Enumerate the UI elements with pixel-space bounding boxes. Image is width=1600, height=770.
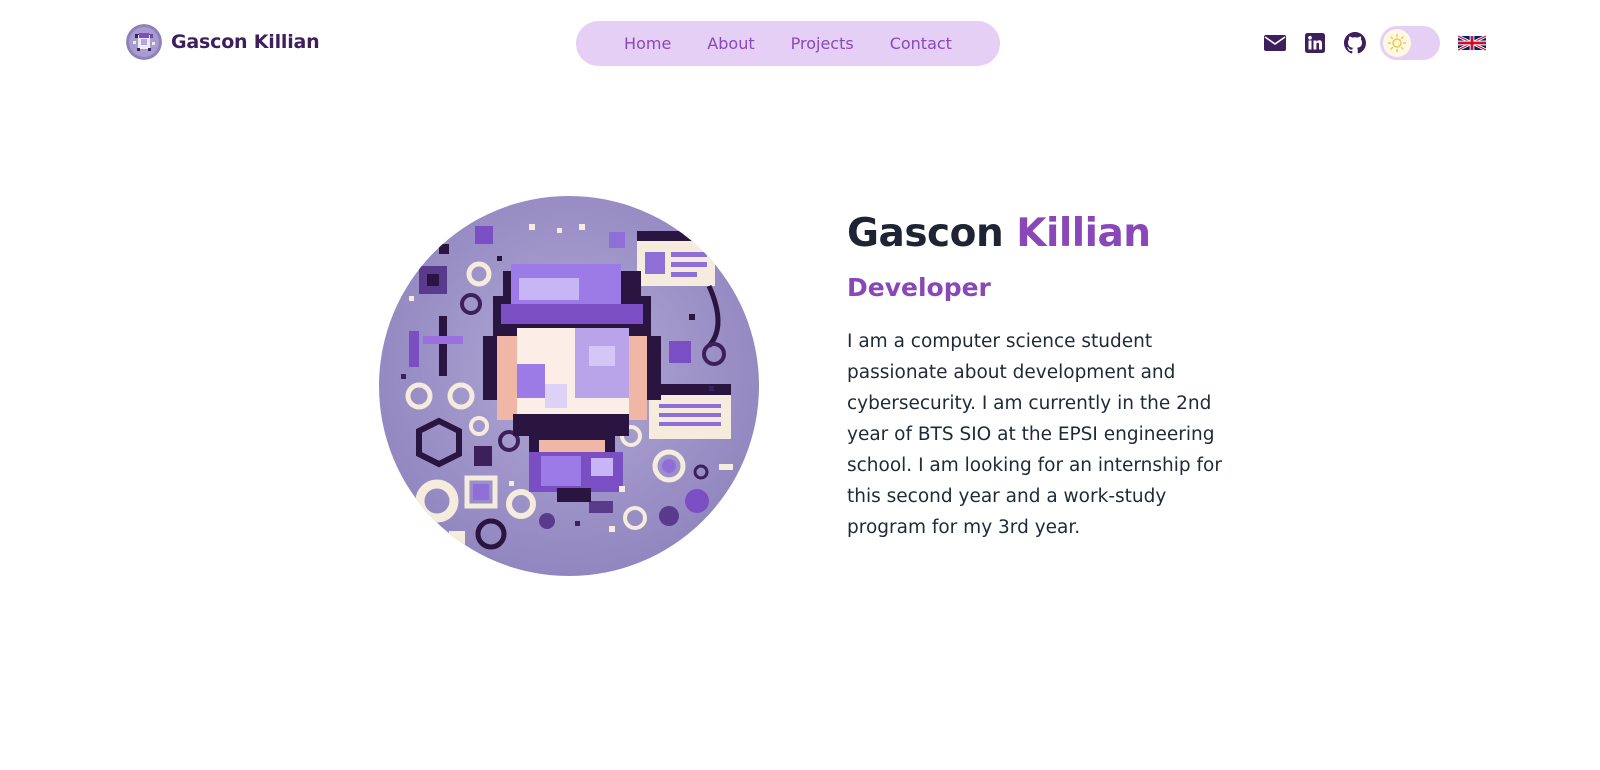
hero-text: Gascon Killian Developer I am a computer… (847, 208, 1227, 543)
hero-avatar-image (379, 196, 759, 576)
theme-toggle[interactable] (1380, 26, 1440, 60)
github-icon[interactable] (1342, 30, 1368, 56)
brand-logo (126, 24, 162, 60)
main-nav: Home About Projects Contact (576, 21, 1000, 66)
uk-flag-icon[interactable] (1458, 35, 1486, 51)
hero-description: I am a computer science student passiona… (847, 331, 1222, 538)
hero-name: Gascon Killian (847, 208, 1227, 260)
hero-last-name: Killian (1016, 211, 1151, 256)
nav-projects[interactable]: Projects (791, 34, 854, 53)
hero-role: Developer (847, 273, 991, 302)
hero-first-name: Gascon (847, 211, 1004, 256)
nav-about[interactable]: About (707, 34, 754, 53)
envelope-icon[interactable] (1262, 30, 1288, 56)
brand-name: Gascon Killian (171, 31, 320, 53)
nav-home[interactable]: Home (624, 34, 671, 53)
sun-icon (1383, 29, 1411, 57)
header-actions (1262, 26, 1486, 60)
brand-link[interactable]: Gascon Killian (126, 24, 320, 60)
site-header: Gascon Killian Home About Projects Conta… (0, 0, 1600, 86)
linkedin-icon[interactable] (1302, 30, 1328, 56)
nav-contact[interactable]: Contact (890, 34, 952, 53)
